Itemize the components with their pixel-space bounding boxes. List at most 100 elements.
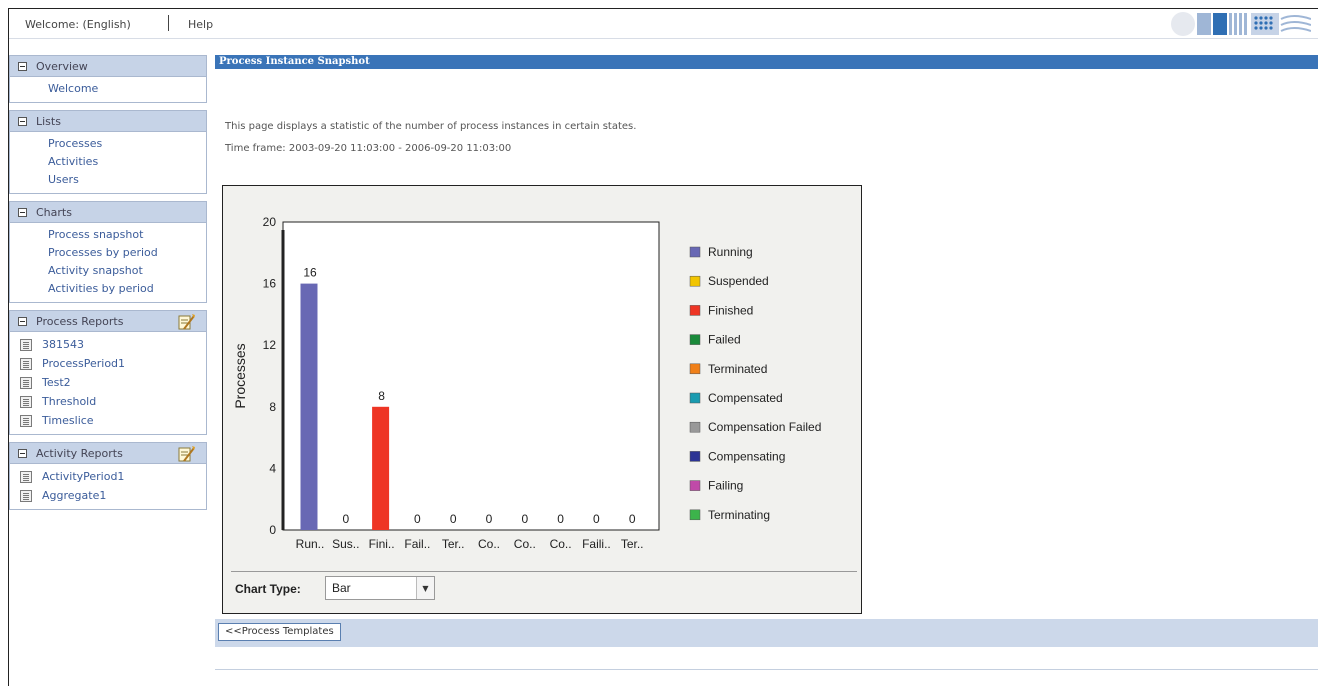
x-tick-label: Fini.. (369, 537, 395, 551)
overview-panel: Overview Welcome (9, 55, 207, 103)
brand-logo-icon (1171, 12, 1311, 36)
collapse-icon[interactable] (18, 207, 27, 217)
new-report-wizard-icon[interactable] (178, 313, 196, 331)
lists-panel: Lists Processes Activities Users (9, 110, 207, 194)
report-label: Threshold (42, 395, 97, 408)
data-label: 0 (342, 512, 349, 526)
nav-link-activities[interactable]: Activities (10, 153, 206, 171)
legend-label: Compensating (708, 449, 785, 463)
new-report-wizard-icon[interactable] (178, 445, 196, 463)
data-label: 0 (593, 512, 600, 526)
y-tick-label: 0 (269, 523, 276, 537)
report-item[interactable]: ActivityPeriod1 (10, 467, 206, 486)
back-to-process-templates-button[interactable]: <<Process Templates (218, 623, 341, 641)
charts-panel-header[interactable]: Charts (9, 201, 207, 223)
nav-link-processes[interactable]: Processes (10, 135, 206, 153)
legend-label: Terminating (708, 508, 770, 522)
x-tick-label: Co.. (550, 537, 572, 551)
process-reports-panel-header[interactable]: Process Reports (9, 310, 207, 332)
report-icon (20, 338, 32, 351)
legend-swatch (689, 275, 701, 287)
collapse-icon[interactable] (18, 448, 27, 458)
legend-swatch (689, 334, 701, 345)
report-label: ActivityPeriod1 (42, 470, 125, 483)
chart-panel: 0 4 8 12 16 20 Processes 16 Run.. 0 Sus.. 8 Fini.. 0 F… (222, 185, 862, 614)
nav-link-process-snapshot[interactable]: Process snapshot (10, 226, 206, 244)
main-content: Process Instance Snapshot This page disp… (215, 55, 1318, 686)
x-tick-label: Sus.. (332, 537, 359, 551)
legend-label: Suspended (708, 274, 769, 288)
nav-link-users[interactable]: Users (10, 171, 206, 189)
legend-swatch (689, 509, 701, 521)
report-icon (20, 414, 32, 427)
chart-type-value: Bar (332, 581, 351, 595)
nav-link-welcome[interactable]: Welcome (10, 80, 206, 98)
report-item[interactable]: 381543 (10, 335, 206, 354)
legend-swatch (689, 246, 701, 258)
chart-type-select[interactable]: Bar ▼ (325, 576, 435, 600)
top-bar: Welcome: (English) Help (9, 9, 1318, 39)
report-label: ProcessPeriod1 (42, 357, 126, 370)
x-tick-label: Faili.. (582, 537, 611, 551)
activity-reports-panel-header[interactable]: Activity Reports (9, 442, 207, 464)
app-frame: Welcome: (English) Help Overview Welcome… (8, 8, 1318, 686)
y-axis-label: Processes (232, 343, 248, 408)
navigation-bar: <<Process Templates (215, 619, 1318, 647)
legend-label: Compensation Failed (708, 420, 821, 434)
report-icon (20, 376, 32, 389)
data-label: 0 (629, 512, 636, 526)
y-tick-label: 16 (263, 277, 277, 291)
x-tick-label: Ter.. (442, 537, 465, 551)
report-item[interactable]: Timeslice (10, 411, 206, 430)
lists-panel-title: Lists (36, 114, 61, 128)
nav-link-activity-snapshot[interactable]: Activity snapshot (10, 262, 206, 280)
report-label: Aggregate1 (42, 489, 107, 502)
legend-swatch (689, 451, 701, 462)
data-label: 0 (557, 512, 564, 526)
bar-running (300, 283, 318, 530)
help-link[interactable]: Help (188, 18, 213, 31)
collapse-icon[interactable] (18, 61, 27, 71)
overview-panel-header[interactable]: Overview (9, 55, 207, 77)
data-label: 0 (521, 512, 528, 526)
chart-footer-divider (231, 571, 857, 572)
page-title: Process Instance Snapshot (215, 55, 1318, 69)
lists-panel-header[interactable]: Lists (9, 110, 207, 132)
page-description: This page displays a statistic of the nu… (225, 121, 637, 132)
overview-panel-title: Overview (36, 59, 88, 73)
legend-label: Finished (708, 303, 753, 317)
report-icon (20, 357, 32, 370)
activity-reports-panel: Activity Reports ActivityPeriod1 Aggrega… (9, 442, 207, 510)
data-label: 8 (378, 389, 385, 403)
report-item[interactable]: Aggregate1 (10, 486, 206, 505)
header-separator (168, 15, 169, 31)
legend-label: Running (708, 245, 753, 259)
x-tick-label: Co.. (514, 537, 536, 551)
report-item[interactable]: Test2 (10, 373, 206, 392)
nav-link-processes-by-period[interactable]: Processes by period (10, 244, 206, 262)
legend-label: Failing (708, 479, 743, 493)
legend-label: Compensated (708, 391, 783, 405)
report-label: Timeslice (42, 414, 94, 427)
charts-panel: Charts Process snapshot Processes by per… (9, 201, 207, 303)
data-label: 0 (486, 512, 493, 526)
legend-swatch (689, 480, 701, 491)
report-item[interactable]: ProcessPeriod1 (10, 354, 206, 373)
bar-chart: 0 4 8 12 16 20 Processes 16 Run.. 0 Sus.. 8 Fini.. 0 F… (232, 215, 821, 551)
chevron-down-icon[interactable]: ▼ (416, 577, 434, 599)
x-tick-label: Co.. (478, 537, 500, 551)
report-item[interactable]: Threshold (10, 392, 206, 411)
nav-link-activities-by-period[interactable]: Activities by period (10, 280, 206, 298)
collapse-icon[interactable] (18, 316, 27, 326)
legend-swatch (689, 305, 701, 316)
chart-type-label: Chart Type: (235, 582, 301, 596)
data-label: 0 (414, 512, 421, 526)
x-tick-label: Run.. (296, 537, 325, 551)
x-tick-label: Ter.. (621, 537, 644, 551)
process-reports-panel-title: Process Reports (36, 314, 124, 328)
report-icon (20, 395, 32, 408)
legend-label: Terminated (708, 362, 767, 376)
time-frame: Time frame: 2003-09-20 11:03:00 - 2006-0… (225, 143, 512, 154)
collapse-icon[interactable] (18, 116, 27, 126)
report-icon (20, 489, 32, 502)
